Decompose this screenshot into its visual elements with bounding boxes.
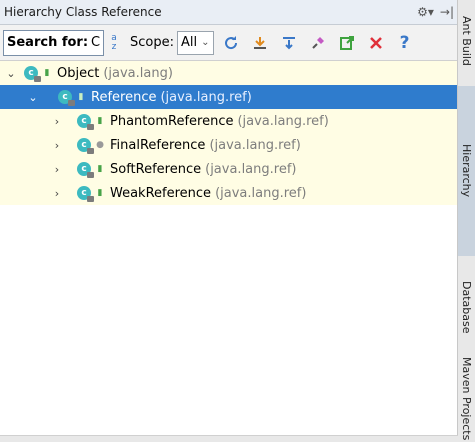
help-button[interactable]: ?: [393, 31, 417, 55]
class-icon: c: [77, 138, 94, 154]
sidebar-tab-maven-projects[interactable]: Maven Projects: [458, 356, 475, 442]
public-icon: ▮: [97, 188, 103, 198]
package-private-icon: ●: [96, 140, 104, 150]
tree-row-finalreference[interactable]: › c ● FinalReference (java.lang.ref): [0, 133, 458, 157]
pin-icon: [311, 36, 324, 49]
refresh-button[interactable]: [219, 31, 243, 55]
class-name: Reference: [91, 89, 157, 105]
class-name: PhantomReference: [110, 113, 234, 129]
public-icon: ▮: [44, 68, 50, 78]
tree-row-object[interactable]: ⌄ c ▮ Object (java.lang): [0, 61, 458, 85]
chevron-down-icon: ⌄: [201, 37, 210, 48]
help-icon: ?: [399, 32, 410, 53]
expand-arrow-icon[interactable]: ⌄: [27, 91, 39, 104]
tree-row-softreference[interactable]: › c ▮ SoftReference (java.lang.ref): [0, 157, 458, 181]
class-package: (java.lang): [103, 65, 173, 81]
tree-row-reference[interactable]: ⌄ c ▮ Reference (java.lang.ref): [0, 85, 458, 109]
public-icon: ▮: [78, 92, 84, 102]
class-package: (java.lang.ref): [205, 161, 297, 177]
sidebar-tab-database[interactable]: Database: [458, 262, 475, 352]
autoscroll-from-source-icon: [253, 36, 266, 49]
class-package: (java.lang.ref): [237, 113, 329, 129]
chevron-right-icon[interactable]: ›: [51, 139, 63, 152]
tree-row-weakreference[interactable]: › c ▮ WeakReference (java.lang.ref): [0, 181, 458, 205]
chevron-right-icon[interactable]: ›: [51, 187, 63, 200]
export-button[interactable]: [335, 31, 359, 55]
public-icon: ▮: [97, 164, 103, 174]
class-package: (java.lang.ref): [209, 137, 301, 153]
scope-label: Scope:: [130, 35, 174, 50]
tree-row-phantomreference[interactable]: › c ▮ PhantomReference (java.lang.ref): [0, 109, 458, 133]
right-tool-strip: Ant Build Hierarchy Database Maven Proje…: [457, 0, 475, 442]
export-icon: [339, 35, 354, 50]
chevron-right-icon[interactable]: ›: [51, 163, 63, 176]
class-icon: c: [77, 186, 94, 202]
class-name: SoftReference: [110, 161, 202, 177]
tool-window-title: Hierarchy Class Reference: [4, 5, 162, 19]
class-package: (java.lang.ref): [160, 89, 252, 105]
sidebar-tab-hierarchy[interactable]: Hierarchy: [458, 86, 475, 256]
hierarchy-toolbar: Search for: az Scope: All ⌄ ?: [0, 25, 458, 61]
scope-value: All: [180, 35, 198, 50]
class-icon: c: [77, 162, 94, 178]
class-name: FinalReference: [110, 137, 206, 153]
refresh-icon: [224, 35, 237, 49]
class-icon: c: [77, 114, 94, 130]
bottom-status-strip: [0, 435, 458, 442]
close-button[interactable]: [364, 31, 388, 55]
sort-alphabetically-icon[interactable]: az: [108, 33, 120, 52]
close-icon: [369, 36, 382, 49]
class-name: Object: [57, 65, 100, 81]
hierarchy-tree[interactable]: ⌄ c ▮ Object (java.lang) ⌄ c ▮ Reference…: [0, 61, 458, 205]
tool-window-header: Hierarchy Class Reference ⚙▾ →|: [0, 0, 458, 25]
expand-arrow-icon[interactable]: ⌄: [5, 67, 17, 80]
class-icon: c: [58, 90, 75, 106]
search-box[interactable]: Search for:: [3, 29, 104, 56]
gear-icon[interactable]: ⚙▾: [417, 5, 434, 19]
hide-icon[interactable]: →|: [440, 5, 454, 19]
class-icon: c: [24, 66, 41, 82]
class-package: (java.lang.ref): [215, 185, 307, 201]
scope-select[interactable]: All ⌄: [176, 30, 214, 55]
search-input[interactable]: [88, 35, 103, 50]
chevron-right-icon[interactable]: ›: [51, 115, 63, 128]
expand-all-button[interactable]: [277, 31, 301, 55]
autoscroll-button[interactable]: [248, 31, 272, 55]
class-name: WeakReference: [110, 185, 212, 201]
expand-all-icon: [282, 36, 295, 49]
public-icon: ▮: [97, 116, 103, 126]
pin-button[interactable]: [306, 31, 330, 55]
sidebar-tab-ant-build[interactable]: Ant Build: [458, 0, 475, 82]
search-label: Search for:: [7, 35, 89, 50]
